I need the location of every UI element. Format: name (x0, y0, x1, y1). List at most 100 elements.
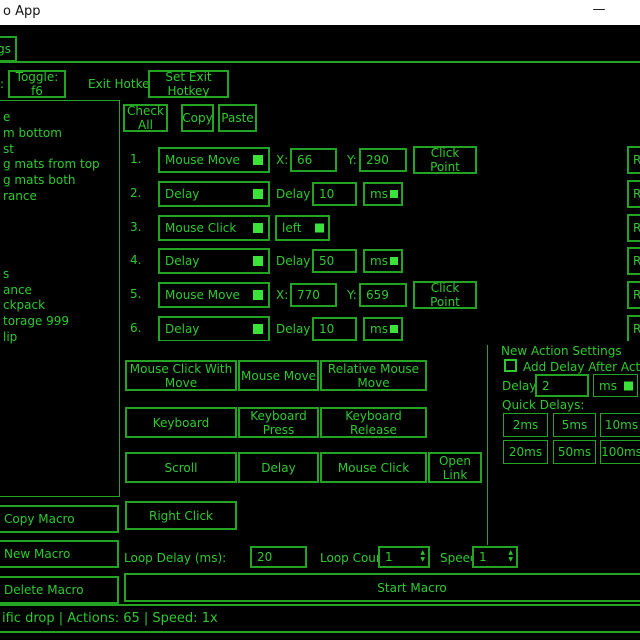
spinner-up-icon[interactable]: ▲ (420, 549, 425, 556)
remove-action-button[interactable]: R (627, 180, 640, 208)
spinner-down-icon[interactable]: ▼ (508, 556, 513, 563)
x-label: X: (276, 288, 288, 302)
x-input[interactable] (290, 283, 337, 307)
list-item[interactable]: torage 999 (1, 313, 119, 329)
remove-action-button[interactable]: R (627, 281, 640, 309)
action-list[interactable]: 1. Mouse Move X: Y: Click Point R 2. Del… (120, 140, 640, 341)
dropdown-arrow-icon[interactable] (390, 257, 398, 265)
new-macro-button[interactable]: New Macro (0, 540, 119, 568)
delay-input[interactable] (312, 317, 357, 341)
add-mouse-click-button[interactable]: Mouse Click (320, 452, 427, 483)
add-keyboard-press-button[interactable]: Keyboard Press (238, 407, 319, 438)
add-mouse-move-button[interactable]: Mouse Move (238, 360, 319, 391)
action-type-value: Delay (165, 254, 199, 268)
list-item[interactable]: rance (1, 188, 119, 204)
loop-count-stepper[interactable]: 1 ▲ ▼ (378, 546, 430, 568)
remove-label: R (633, 288, 640, 302)
delay-unit-dropdown[interactable]: ms (363, 182, 403, 206)
action-type-dropdown[interactable]: Mouse Click (158, 215, 270, 241)
quick-delay-50ms-button[interactable]: 50ms (553, 440, 596, 464)
quick-delay-2ms-button[interactable]: 2ms (503, 413, 548, 437)
dropdown-arrow-icon[interactable] (253, 256, 263, 266)
copy-button[interactable]: Copy (181, 104, 214, 132)
dropdown-arrow-icon[interactable] (390, 325, 398, 333)
loop-delay-input[interactable] (250, 546, 307, 568)
add-keyboard-release-button[interactable]: Keyboard Release (320, 407, 427, 438)
list-item[interactable]: g mats from top (1, 156, 119, 172)
remove-action-button[interactable]: R (627, 146, 640, 174)
remove-action-button[interactable]: R (627, 247, 640, 275)
button-label: 20ms (509, 445, 542, 459)
quick-delay-100ms-button[interactable]: 100ms (600, 440, 640, 464)
add-keyboard-button[interactable]: Keyboard (125, 407, 237, 438)
add-delay-button[interactable]: Delay (238, 452, 319, 483)
delay-input[interactable] (312, 182, 357, 206)
click-point-button[interactable]: Click Point (413, 281, 477, 309)
action-type-dropdown[interactable]: Mouse Move (158, 282, 270, 308)
action-type-dropdown[interactable]: Delay (158, 181, 270, 207)
speed-stepper[interactable]: 1 ▲ ▼ (472, 546, 518, 568)
minimize-icon[interactable]: — (586, 2, 612, 23)
dropdown-arrow-icon[interactable] (253, 290, 263, 300)
dropdown-arrow-icon[interactable] (253, 155, 263, 165)
set-exit-hotkey-button[interactable]: Set Exit Hotkey (148, 70, 229, 98)
list-item[interactable]: lip (1, 329, 119, 345)
quick-delay-5ms-button[interactable]: 5ms (553, 413, 596, 437)
mouse-button-dropdown[interactable]: left (275, 215, 330, 241)
new-delay-input[interactable] (535, 374, 589, 397)
spinner-up-icon[interactable]: ▲ (508, 549, 513, 556)
add-mouse-click-with-move-button[interactable]: Mouse Click With Move (125, 360, 237, 391)
list-item[interactable] (1, 203, 119, 219)
delay-input[interactable] (312, 249, 357, 273)
dropdown-arrow-icon[interactable] (253, 189, 263, 199)
macro-list[interactable]: e m bottom st g mats from top g mats bot… (0, 100, 120, 497)
dropdown-arrow-icon[interactable] (624, 381, 633, 390)
spinner-down-icon[interactable]: ▼ (420, 556, 425, 563)
copy-macro-button[interactable]: Copy Macro (0, 505, 119, 533)
list-item[interactable]: ckpack (1, 297, 119, 313)
list-item[interactable]: st (1, 141, 119, 157)
add-open-link-button[interactable]: Open Link (428, 452, 482, 483)
remove-action-button[interactable]: R (627, 214, 640, 242)
list-item[interactable] (1, 219, 119, 235)
paste-button[interactable]: Paste (218, 104, 257, 132)
list-item[interactable]: m bottom (1, 125, 119, 141)
check-all-label: Check All (125, 104, 166, 132)
delay-unit-dropdown[interactable]: ms (363, 249, 403, 273)
add-relative-mouse-move-button[interactable]: Relative Mouse Move (320, 360, 427, 391)
tab-settings[interactable]: gs (0, 36, 17, 62)
x-input[interactable] (290, 148, 337, 172)
y-label: Y: (347, 288, 357, 302)
quick-delay-10ms-button[interactable]: 10ms (600, 413, 640, 437)
action-type-dropdown[interactable]: Mouse Move (158, 147, 270, 173)
list-item[interactable] (1, 250, 119, 266)
y-input[interactable] (359, 148, 407, 172)
list-item[interactable]: ance (1, 282, 119, 298)
hotkey-label-fragment: : (0, 77, 4, 91)
new-delay-unit-dropdown[interactable]: ms (593, 374, 638, 397)
click-point-button[interactable]: Click Point (413, 146, 477, 174)
dropdown-arrow-icon[interactable] (390, 190, 398, 198)
add-delay-checkbox[interactable] (504, 359, 517, 372)
dropdown-arrow-icon[interactable] (253, 223, 263, 233)
new-delay-unit-value: ms (599, 379, 617, 393)
quick-delay-20ms-button[interactable]: 20ms (503, 440, 548, 464)
list-item[interactable]: e (1, 109, 119, 125)
toggle-hotkey-button[interactable]: Toggle: f6 (8, 70, 66, 98)
action-type-dropdown[interactable]: Delay (158, 248, 270, 274)
check-all-button[interactable]: Check All (123, 104, 168, 132)
add-scroll-button[interactable]: Scroll (125, 452, 237, 483)
y-input[interactable] (359, 283, 407, 307)
window-title: o App (3, 4, 40, 19)
delete-macro-button[interactable]: Delete Macro (0, 576, 119, 604)
delay-unit-dropdown[interactable]: ms (363, 317, 403, 341)
list-item[interactable]: g mats both (1, 172, 119, 188)
add-right-click-button[interactable]: Right Click (125, 501, 237, 530)
action-type-dropdown[interactable]: Delay (158, 316, 270, 341)
remove-action-button[interactable]: R (627, 315, 640, 341)
dropdown-arrow-icon[interactable] (253, 324, 263, 334)
dropdown-arrow-icon[interactable] (315, 224, 324, 233)
start-macro-button[interactable]: Start Macro (124, 573, 640, 602)
list-item[interactable]: s (1, 266, 119, 282)
list-item[interactable] (1, 235, 119, 251)
